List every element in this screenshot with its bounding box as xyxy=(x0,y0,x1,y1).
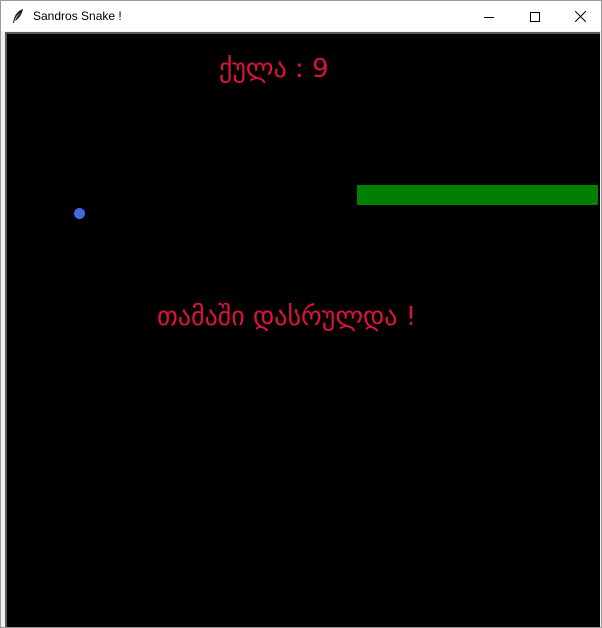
maximize-button[interactable] xyxy=(512,1,558,31)
game-over-message: თამაში დასრულდა ! xyxy=(157,302,417,332)
score-label: ქულა : 9 xyxy=(219,54,329,84)
title-bar[interactable]: Sandros Snake ! xyxy=(1,1,601,31)
window-title: Sandros Snake ! xyxy=(33,9,122,23)
feather-icon xyxy=(11,8,25,24)
minimize-icon xyxy=(484,7,494,26)
close-icon xyxy=(574,7,586,26)
game-window: Sandros Snake ! ქულა : 9 თამაში დასრულდა… xyxy=(0,0,602,628)
maximize-icon xyxy=(530,7,540,26)
minimize-button[interactable] xyxy=(466,1,512,31)
game-canvas[interactable]: ქულა : 9 თამაში დასრულდა ! xyxy=(5,32,600,627)
snake-body xyxy=(357,185,598,205)
food-dot xyxy=(74,208,85,219)
close-button[interactable] xyxy=(557,1,602,31)
